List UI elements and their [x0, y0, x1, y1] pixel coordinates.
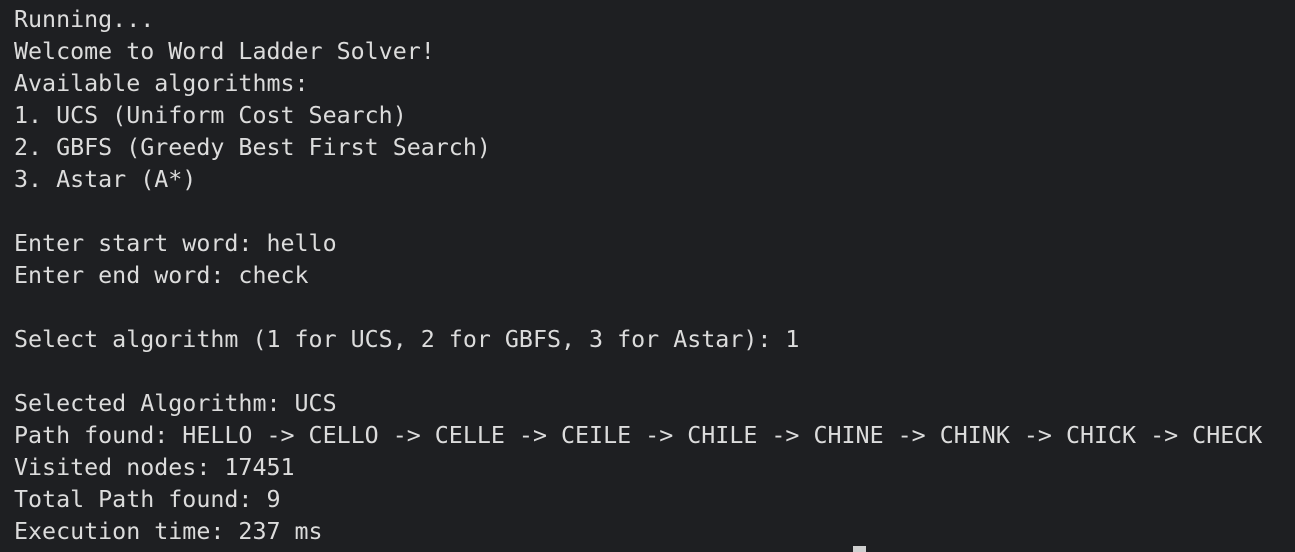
output-line-execution-time: Execution time: 237 ms — [14, 518, 323, 545]
output-line-select-algorithm: Select algorithm (1 for UCS, 2 for GBFS,… — [14, 326, 800, 353]
output-line-algorithm-gbfs: 2. GBFS (Greedy Best First Search) — [14, 134, 491, 161]
output-line-path-found: Path found: HELLO -> CELLO -> CELLE -> C… — [14, 422, 1263, 449]
output-line-selected-algorithm: Selected Algorithm: UCS — [14, 390, 337, 417]
output-line-visited-nodes: Visited nodes: 17451 — [14, 454, 295, 481]
output-line-start-word: Enter start word: hello — [14, 230, 337, 257]
terminal-output[interactable]: Running... Welcome to Word Ladder Solver… — [0, 0, 1295, 552]
output-line-end-word: Enter end word: check — [14, 262, 309, 289]
text-cursor — [853, 546, 866, 552]
output-line-total-path: Total Path found: 9 — [14, 486, 281, 513]
output-line-running: Running... — [14, 6, 155, 33]
output-line-algorithm-astar: 3. Astar (A*) — [14, 166, 197, 193]
output-line-algorithm-ucs: 1. UCS (Uniform Cost Search) — [14, 102, 407, 129]
output-line-welcome: Welcome to Word Ladder Solver! — [14, 38, 435, 65]
output-line-available-algorithms: Available algorithms: — [14, 70, 309, 97]
